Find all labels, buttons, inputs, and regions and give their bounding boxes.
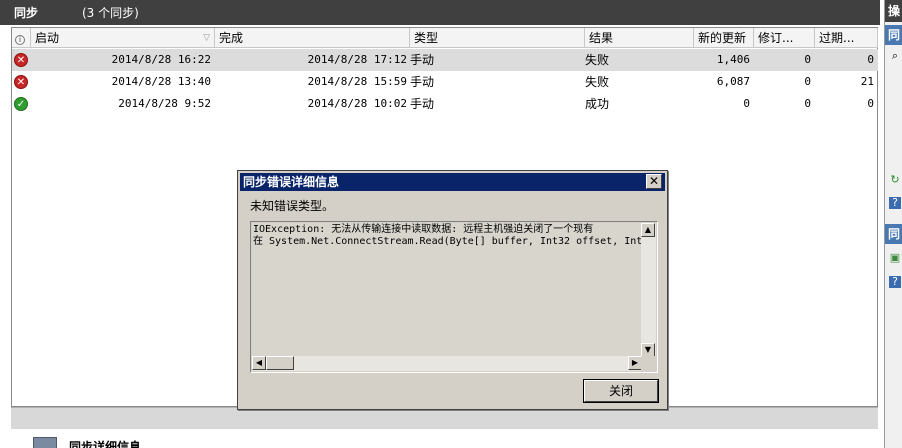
column-header-result[interactable]: 结果 bbox=[585, 28, 694, 48]
sync-header-bar: 同步 (3 个同步) bbox=[0, 0, 880, 25]
success-icon: ✓ bbox=[14, 97, 28, 111]
horizontal-scrollbar[interactable]: ◀ ▶ bbox=[252, 356, 642, 371]
error-detail-text[interactable]: IOException: 无法从传输连接中读取数据: 远程主机强迫关闭了一个现有… bbox=[252, 223, 642, 357]
row-new-updates: 1,406 bbox=[716, 53, 750, 66]
horizontal-scroll-thumb[interactable] bbox=[266, 356, 294, 370]
row-start: 2014/8/28 16:22 bbox=[111, 53, 211, 66]
row-result: 失败 bbox=[585, 53, 610, 67]
column-header-expired-label: 过期... bbox=[819, 31, 855, 45]
help-icon[interactable]: ? bbox=[889, 276, 901, 288]
sync-count-label: (3 个同步) bbox=[82, 6, 139, 20]
column-header-type-label: 类型 bbox=[414, 31, 439, 45]
row-start: 2014/8/28 13:40 bbox=[111, 75, 211, 88]
column-header-finish-label: 完成 bbox=[219, 31, 244, 45]
error-detail-textbox[interactable]: IOException: 无法从传输连接中读取数据: 远程主机强迫关闭了一个现有… bbox=[250, 221, 658, 373]
close-button[interactable]: 关闭 bbox=[583, 379, 659, 403]
actions-pane-header: 操 bbox=[885, 0, 902, 22]
actions-section-sync-item[interactable]: 同 bbox=[885, 224, 902, 244]
row-expired: 0 bbox=[867, 97, 874, 110]
scroll-right-arrow-icon[interactable]: ▶ bbox=[628, 356, 642, 370]
row-type: 手动 bbox=[410, 97, 435, 111]
column-header-start[interactable]: 启动 ▽ bbox=[31, 28, 215, 48]
column-header-new-updates[interactable]: 新的更新 bbox=[694, 28, 754, 48]
refresh-icon[interactable]: ↻ bbox=[889, 174, 901, 186]
column-header-info[interactable]: i bbox=[12, 28, 31, 48]
row-finish: 2014/8/28 10:02 bbox=[307, 97, 407, 110]
row-new-updates: 0 bbox=[743, 97, 750, 110]
scroll-down-arrow-icon[interactable]: ▼ bbox=[641, 343, 655, 357]
row-expired: 0 bbox=[867, 53, 874, 66]
row-finish: 2014/8/28 17:12 bbox=[307, 53, 407, 66]
table-row[interactable]: ✓ 2014/8/28 9:52 2014/8/28 10:02 手动 成功 0… bbox=[12, 93, 878, 115]
sync-details-title: 同步详细信息 bbox=[69, 440, 142, 448]
column-header-new-updates-label: 新的更新 bbox=[698, 31, 747, 45]
error-message: 未知错误类型。 bbox=[250, 199, 335, 213]
row-result: 成功 bbox=[585, 97, 610, 111]
row-finish: 2014/8/28 15:59 bbox=[307, 75, 407, 88]
scroll-up-arrow-icon[interactable]: ▲ bbox=[641, 223, 655, 237]
error-detail-line: 在 System.Net.ConnectStream.Read(Byte[] b… bbox=[253, 236, 642, 247]
row-new-updates: 6,087 bbox=[716, 75, 750, 88]
error-icon: ✕ bbox=[14, 75, 28, 89]
vertical-scrollbar[interactable]: ▲ ▼ bbox=[641, 223, 656, 357]
row-result: 失败 bbox=[585, 75, 610, 89]
column-header-expired[interactable]: 过期... bbox=[815, 28, 878, 48]
column-header-result-label: 结果 bbox=[589, 31, 614, 45]
column-header-finish[interactable]: 完成 bbox=[215, 28, 410, 48]
sync-error-dialog: 同步错误详细信息 ✕ 未知错误类型。 IOException: 无法从传输连接中… bbox=[237, 170, 668, 410]
dialog-titlebar[interactable]: 同步错误详细信息 ✕ bbox=[240, 173, 665, 191]
close-icon[interactable]: ✕ bbox=[646, 174, 662, 189]
actions-pane: 操 同 ⌕ ↻ ? 同 ▣ ? bbox=[884, 0, 902, 448]
scroll-left-arrow-icon[interactable]: ◀ bbox=[252, 356, 266, 370]
row-expired: 21 bbox=[860, 75, 874, 88]
details-icon bbox=[33, 437, 57, 448]
row-type: 手动 bbox=[410, 53, 435, 67]
info-icon: i bbox=[15, 35, 25, 45]
sort-descending-icon: ▽ bbox=[203, 33, 210, 43]
column-header-start-label: 启动 bbox=[35, 31, 60, 45]
row-revisions: 0 bbox=[804, 75, 811, 88]
app-window: 同步 (3 个同步) i 启动 ▽ 完成 类型 结果 新的更新 修订... 过期… bbox=[0, 0, 902, 448]
dialog-title: 同步错误详细信息 bbox=[243, 175, 340, 189]
column-header-type[interactable]: 类型 bbox=[410, 28, 585, 48]
actions-section-sync[interactable]: 同 bbox=[885, 25, 902, 45]
sync-panel-title: 同步 bbox=[14, 6, 39, 20]
row-type: 手动 bbox=[410, 75, 435, 89]
column-header-revisions[interactable]: 修订... bbox=[754, 28, 815, 48]
column-header-revisions-label: 修订... bbox=[758, 31, 794, 45]
sync-details-icon[interactable]: ▣ bbox=[889, 252, 901, 264]
scroll-corner bbox=[641, 356, 656, 371]
help-icon[interactable]: ? bbox=[889, 197, 901, 209]
row-revisions: 0 bbox=[804, 53, 811, 66]
table-row[interactable]: ✕ 2014/8/28 16:22 2014/8/28 17:12 手动 失败 … bbox=[12, 49, 878, 71]
error-icon: ✕ bbox=[14, 53, 28, 67]
splitter-bar[interactable] bbox=[11, 407, 878, 429]
row-revisions: 0 bbox=[804, 97, 811, 110]
search-icon[interactable]: ⌕ bbox=[889, 50, 901, 62]
table-row[interactable]: ✕ 2014/8/28 13:40 2014/8/28 15:59 手动 失败 … bbox=[12, 71, 878, 93]
error-detail-line: IOException: 无法从传输连接中读取数据: 远程主机强迫关闭了一个现有 bbox=[253, 224, 594, 235]
sync-details-section: 同步详细信息 bbox=[11, 429, 878, 448]
row-start: 2014/8/28 9:52 bbox=[118, 97, 211, 110]
